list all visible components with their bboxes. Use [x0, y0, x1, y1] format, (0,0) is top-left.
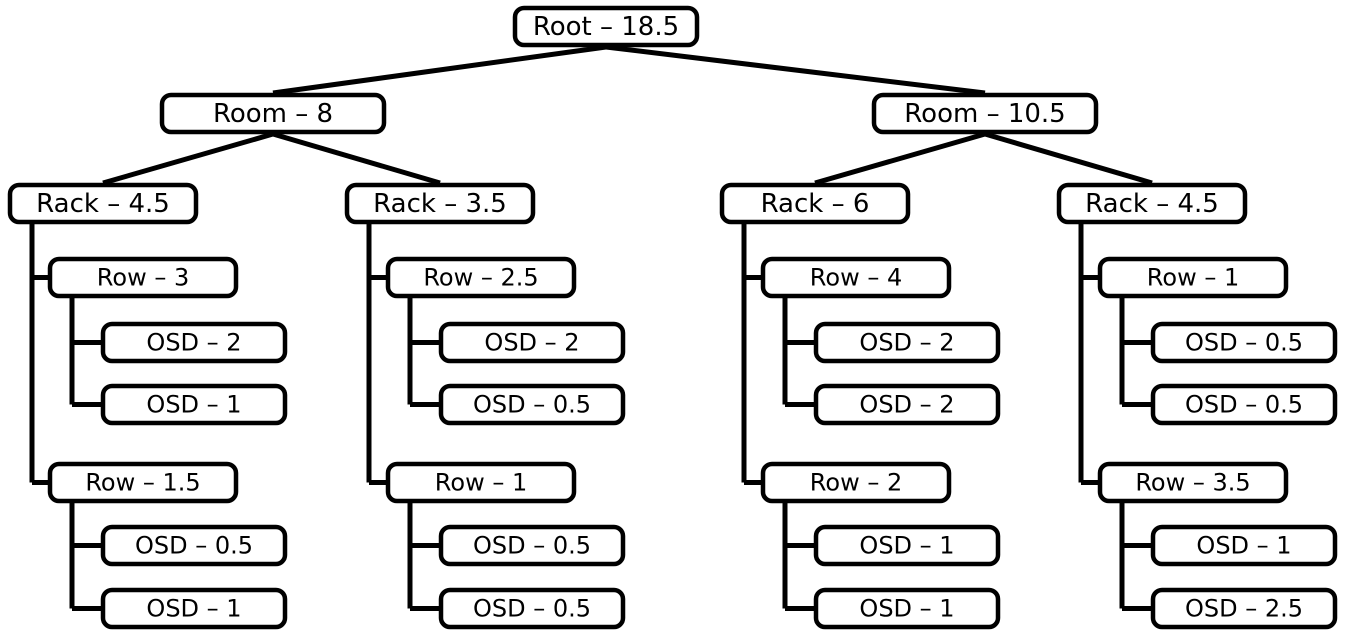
node-row-6[interactable]: Row – 2 — [760, 461, 952, 504]
node-label-osd-2: OSD – 1 — [146, 391, 241, 419]
node-osd-9[interactable]: OSD – 2 — [813, 321, 1001, 364]
tree-link-room-2-to-rack-4 — [984, 131, 1153, 186]
tree-link-room-1-to-rack-1 — [102, 131, 274, 186]
node-label-osd-10: OSD – 2 — [859, 391, 954, 419]
node-label-osd-8: OSD – 0.5 — [473, 595, 591, 623]
node-label-osd-1: OSD – 2 — [146, 329, 241, 357]
node-osd-7[interactable]: OSD – 0.5 — [438, 524, 626, 567]
node-layer: Root – 18.5 Room – 8 Room – 10.5 Rack – 4.5… — [7, 5, 1338, 630]
node-rack-4[interactable]: Rack – 4.5 — [1056, 182, 1248, 225]
node-rack-2[interactable]: Rack – 3.5 — [344, 182, 536, 225]
node-osd-13[interactable]: OSD – 0.5 — [1150, 321, 1338, 364]
node-label-osd-6: OSD – 0.5 — [473, 391, 591, 419]
node-osd-5[interactable]: OSD – 2 — [438, 321, 626, 364]
tree-link-room-1-to-rack-2 — [272, 131, 441, 186]
node-label-osd-12: OSD – 1 — [859, 595, 954, 623]
node-room-1[interactable]: Room – 8 — [159, 92, 387, 135]
node-osd-4[interactable]: OSD – 1 — [100, 587, 288, 630]
node-label-osd-13: OSD – 0.5 — [1185, 329, 1303, 357]
node-label-rack-2: Rack – 3.5 — [373, 189, 507, 219]
node-row-4[interactable]: Row – 1 — [385, 461, 577, 504]
node-row-3[interactable]: Row – 2.5 — [385, 256, 577, 299]
node-label-row-1: Row – 3 — [97, 264, 189, 292]
hierarchy-diagram: Root – 18.5 Room – 8 Room – 10.5 Rack – 4.5… — [0, 0, 1347, 642]
node-osd-10[interactable]: OSD – 2 — [813, 383, 1001, 426]
node-label-osd-11: OSD – 1 — [859, 532, 954, 560]
node-label-row-5: Row – 4 — [810, 264, 902, 292]
tree-canvas: Root – 18.5 Room – 8 Room – 10.5 Rack – 4.5… — [7, 5, 1338, 630]
node-label-osd-14: OSD – 0.5 — [1185, 391, 1303, 419]
node-row-7[interactable]: Row – 1 — [1097, 256, 1289, 299]
node-label-row-2: Row – 1.5 — [85, 469, 200, 497]
node-osd-16[interactable]: OSD – 2.5 — [1150, 587, 1338, 630]
node-label-osd-15: OSD – 1 — [1196, 532, 1291, 560]
node-osd-11[interactable]: OSD – 1 — [813, 524, 1001, 567]
node-osd-15[interactable]: OSD – 1 — [1150, 524, 1338, 567]
node-label-rack-4: Rack – 4.5 — [1085, 189, 1219, 219]
node-label-osd-3: OSD – 0.5 — [135, 532, 253, 560]
node-label-osd-5: OSD – 2 — [484, 329, 579, 357]
tree-link-root-to-room-1 — [272, 44, 607, 96]
node-osd-12[interactable]: OSD – 1 — [813, 587, 1001, 630]
node-label-row-7: Row – 1 — [1147, 264, 1239, 292]
node-label-room-1: Room – 8 — [213, 99, 333, 129]
node-label-osd-7: OSD – 0.5 — [473, 532, 591, 560]
node-root[interactable]: Root – 18.5 — [512, 5, 700, 48]
node-rack-1[interactable]: Rack – 4.5 — [7, 182, 199, 225]
node-osd-2[interactable]: OSD – 1 — [100, 383, 288, 426]
node-label-rack-1: Rack – 4.5 — [36, 189, 170, 219]
node-row-2[interactable]: Row – 1.5 — [47, 461, 239, 504]
node-osd-14[interactable]: OSD – 0.5 — [1150, 383, 1338, 426]
tree-link-room-2-to-rack-3 — [814, 131, 986, 186]
node-osd-6[interactable]: OSD – 0.5 — [438, 383, 626, 426]
node-label-root: Root – 18.5 — [533, 12, 679, 42]
tree-link-root-to-room-2 — [605, 44, 986, 96]
node-label-room-2: Room – 10.5 — [904, 99, 1065, 129]
node-room-2[interactable]: Room – 10.5 — [871, 92, 1099, 135]
node-label-osd-16: OSD – 2.5 — [1185, 595, 1303, 623]
node-label-osd-4: OSD – 1 — [146, 595, 241, 623]
node-osd-1[interactable]: OSD – 2 — [100, 321, 288, 364]
node-label-rack-3: Rack – 6 — [761, 189, 870, 219]
node-row-8[interactable]: Row – 3.5 — [1097, 461, 1289, 504]
node-osd-3[interactable]: OSD – 0.5 — [100, 524, 288, 567]
node-row-5[interactable]: Row – 4 — [760, 256, 952, 299]
node-row-1[interactable]: Row – 3 — [47, 256, 239, 299]
node-label-row-4: Row – 1 — [435, 469, 527, 497]
node-rack-3[interactable]: Rack – 6 — [719, 182, 911, 225]
node-osd-8[interactable]: OSD – 0.5 — [438, 587, 626, 630]
node-label-row-8: Row – 3.5 — [1135, 469, 1250, 497]
node-label-row-3: Row – 2.5 — [423, 264, 538, 292]
node-label-osd-9: OSD – 2 — [859, 329, 954, 357]
node-label-row-6: Row – 2 — [810, 469, 902, 497]
